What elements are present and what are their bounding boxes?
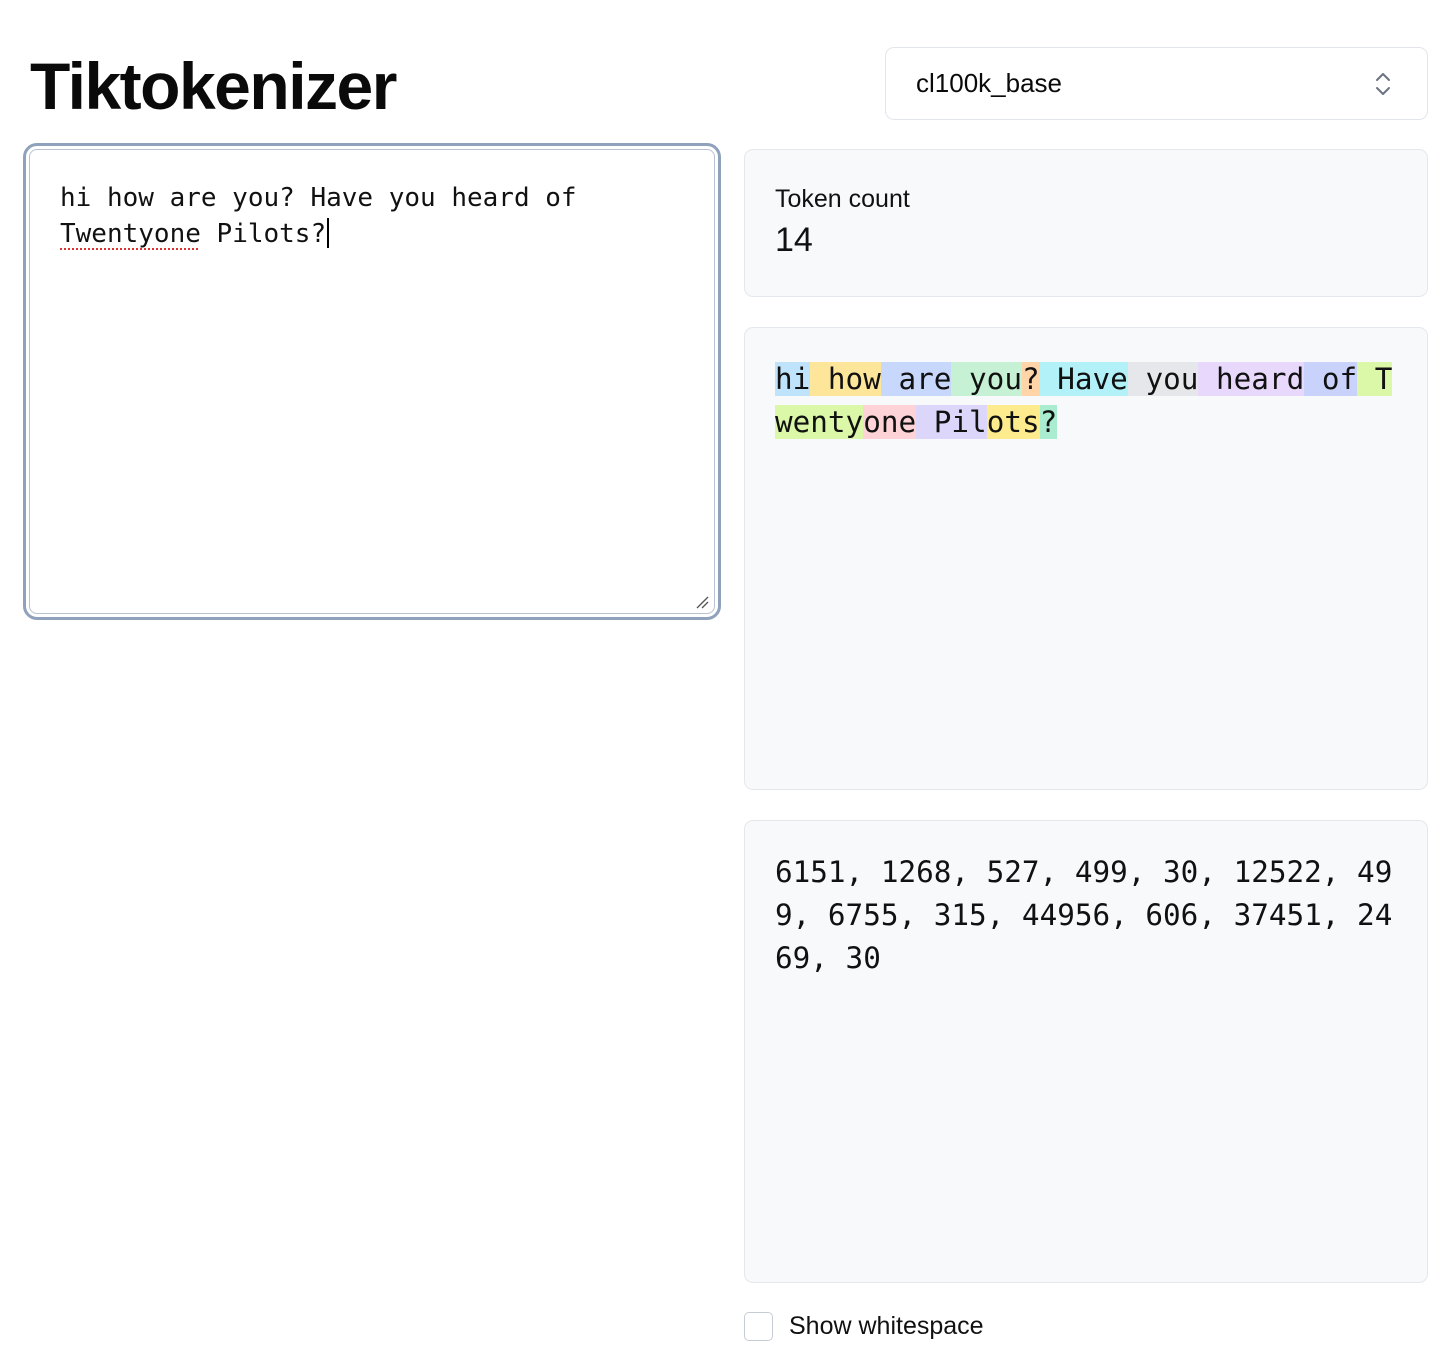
encoding-select[interactable]: cl100k_base xyxy=(885,47,1428,120)
tiktokenizer-app: Tiktokenizer cl100k_base hi how are you?… xyxy=(0,0,1456,1353)
show-whitespace-checkbox[interactable] xyxy=(744,1312,773,1341)
text-cursor xyxy=(327,218,330,248)
page-title: Tiktokenizer xyxy=(30,49,397,123)
show-whitespace-label: Show whitespace xyxy=(789,1312,984,1340)
token-span: heard xyxy=(1198,362,1305,396)
show-whitespace-option[interactable]: Show whitespace xyxy=(744,1312,984,1341)
token-span: enty xyxy=(792,405,864,439)
text-input-value-line2: Pilots? xyxy=(200,219,327,249)
token-span: Pil xyxy=(916,405,987,439)
token-span: are xyxy=(880,362,952,396)
token-visualization: hi how are you? Have you heard of Twenty… xyxy=(775,358,1397,444)
text-input-focus-ring: hi how are you? Have you heard of Twenty… xyxy=(23,143,721,620)
token-span: you xyxy=(951,362,1022,396)
token-ids-text: 6151, 1268, 527, 499, 30, 12522, 499, 67… xyxy=(775,855,1393,975)
token-ids-panel: 6151, 1268, 527, 499, 30, 12522, 499, 67… xyxy=(744,820,1428,1283)
token-span: ? xyxy=(1021,362,1040,396)
token-count-value: 14 xyxy=(775,221,813,259)
token-visualization-panel: hi how are you? Have you heard of Twenty… xyxy=(744,327,1428,790)
token-span: Have xyxy=(1039,362,1128,396)
text-input-misspelled-word: Twentyone xyxy=(60,219,201,249)
token-count-label: Token count xyxy=(775,185,910,213)
token-count-panel: Token count 14 xyxy=(744,149,1428,297)
text-input[interactable]: hi how are you? Have you heard of Twenty… xyxy=(29,149,715,614)
resize-handle-icon[interactable] xyxy=(695,595,709,609)
token-span: hi xyxy=(775,362,811,396)
token-span: ? xyxy=(1039,405,1058,439)
text-input-value-line1: hi how are you? Have you heard of xyxy=(60,183,577,213)
encoding-select-value: cl100k_base xyxy=(916,68,1062,98)
token-span: of xyxy=(1304,362,1358,396)
token-span: one xyxy=(863,405,917,439)
token-span: you xyxy=(1127,362,1199,396)
token-span: ots xyxy=(986,405,1040,439)
token-span: how xyxy=(810,362,881,396)
chevron-up-down-icon xyxy=(1376,73,1390,95)
